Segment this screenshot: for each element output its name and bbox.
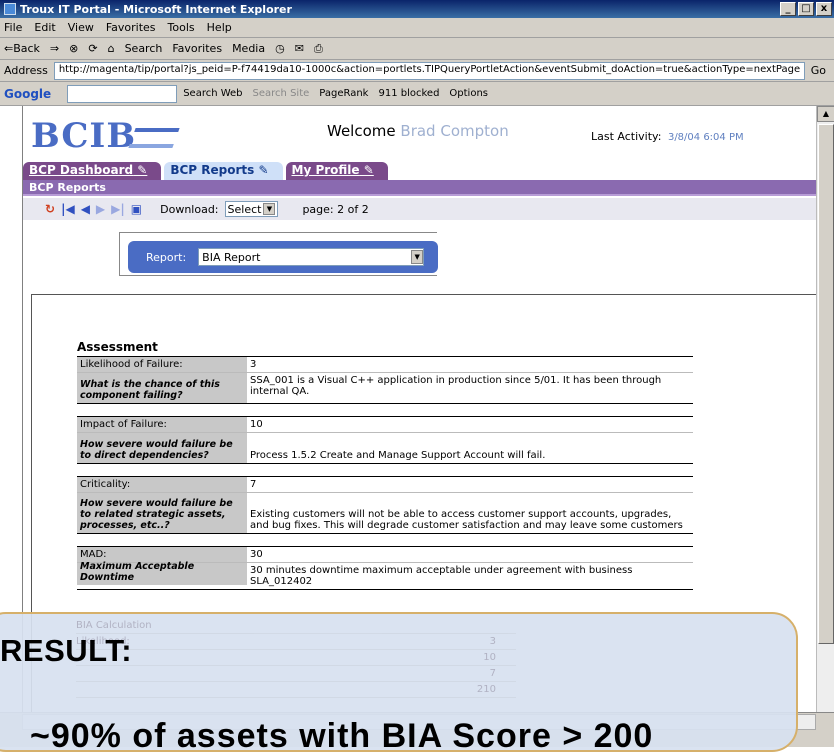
google-logo[interactable]: Google bbox=[4, 87, 51, 101]
assessment-block: Criticality: 7 How severe would failure b… bbox=[77, 476, 693, 534]
portal-tabs: BCP Dashboard ✎ BCP Reports ✎ My Profile… bbox=[23, 162, 388, 180]
assessment-table: Likelihood of Failure: 3 What is the chan… bbox=[77, 356, 693, 602]
last-activity: Last Activity: 3/8/04 6:04 PM bbox=[591, 130, 747, 143]
assessment-title: Assessment bbox=[77, 340, 158, 354]
browser-toolbar: ⇐Back ⇒ ⊗ ⟳ ⌂ Search Favorites Media ◷ ✉… bbox=[0, 38, 834, 60]
ie-icon bbox=[4, 3, 16, 15]
refresh-icon[interactable]: ↻ bbox=[45, 202, 55, 216]
search-web-button[interactable]: Search Web bbox=[183, 88, 242, 99]
history-icon[interactable]: ◷ bbox=[275, 42, 285, 55]
assessment-block: Impact of Failure: 10 How severe would fa… bbox=[77, 416, 693, 464]
address-input[interactable]: http://magenta/tip/portal?js_peid=P-f744… bbox=[53, 61, 805, 80]
result-statement: ~90% of assets with BIA Score > 200 bbox=[30, 717, 654, 755]
prev-page-icon[interactable]: ◀ bbox=[81, 202, 90, 216]
chevron-down-icon: ▼ bbox=[411, 250, 424, 264]
assessment-block: MAD: 30 Maximum Acceptable Downtime 30 min… bbox=[77, 546, 693, 590]
google-search-input[interactable] bbox=[67, 84, 178, 103]
last-page-icon[interactable]: ▶| bbox=[111, 202, 125, 216]
section-title: BCP Reports bbox=[23, 180, 816, 196]
next-page-icon[interactable]: ▶ bbox=[96, 202, 105, 216]
forward-icon[interactable]: ⇒ bbox=[50, 42, 59, 55]
favorites-button[interactable]: Favorites bbox=[172, 42, 222, 55]
chevron-down-icon: ▼ bbox=[263, 203, 276, 215]
bia-calculation-ghost: BIA Calculation Likelihood: 3 10 7 210 bbox=[76, 618, 516, 698]
google-toolbar: Google Search Web Search Site PageRank 9… bbox=[0, 82, 834, 106]
welcome-message: Welcome Brad Compton bbox=[327, 122, 509, 140]
window-title: Troux IT Portal - Microsoft Internet Exp… bbox=[20, 2, 292, 16]
options-button[interactable]: Options bbox=[449, 88, 488, 99]
scroll-up-icon[interactable]: ▲ bbox=[817, 106, 834, 122]
download-label: Download: bbox=[160, 202, 219, 216]
menu-favorites[interactable]: Favorites bbox=[106, 21, 156, 34]
pagerank-indicator[interactable]: PageRank bbox=[319, 88, 368, 99]
print-icon[interactable]: ⎙ bbox=[314, 42, 323, 56]
address-bar: Address http://magenta/tip/portal?js_pei… bbox=[0, 60, 834, 82]
mail-icon[interactable]: ✉ bbox=[295, 42, 304, 55]
menu-edit[interactable]: Edit bbox=[34, 21, 55, 34]
media-button[interactable]: Media bbox=[232, 42, 265, 55]
scroll-thumb[interactable] bbox=[818, 124, 834, 644]
download-select[interactable]: Select ▼ bbox=[224, 201, 279, 217]
tab-bcp-dashboard[interactable]: BCP Dashboard ✎ bbox=[23, 162, 162, 180]
menu-file[interactable]: File bbox=[4, 21, 22, 34]
home-icon[interactable]: ⌂ bbox=[108, 42, 115, 55]
search-button[interactable]: Search bbox=[125, 42, 163, 55]
back-button[interactable]: ⇐Back bbox=[4, 42, 40, 55]
vertical-scrollbar[interactable]: ▲ bbox=[816, 106, 834, 712]
search-site-button[interactable]: Search Site bbox=[253, 88, 310, 99]
first-page-icon[interactable]: |◀ bbox=[61, 202, 75, 216]
menu-view[interactable]: View bbox=[68, 21, 94, 34]
user-name: Brad Compton bbox=[400, 122, 509, 140]
bcib-logo: BCIB bbox=[31, 116, 180, 156]
menu-bar: File Edit View Favorites Tools Help bbox=[0, 18, 834, 38]
tab-bcp-reports[interactable]: BCP Reports ✎ bbox=[164, 162, 283, 180]
refresh-icon[interactable]: ⟳ bbox=[88, 42, 97, 55]
window-titlebar: Troux IT Portal - Microsoft Internet Exp… bbox=[0, 0, 834, 18]
tab-my-profile[interactable]: My Profile ✎ bbox=[285, 162, 388, 180]
menu-help[interactable]: Help bbox=[207, 21, 232, 34]
go-button[interactable]: Go bbox=[811, 64, 826, 77]
address-label: Address bbox=[4, 64, 48, 77]
assessment-block: Likelihood of Failure: 3 What is the chan… bbox=[77, 356, 693, 404]
report-label: Report: bbox=[146, 250, 187, 264]
export-icon[interactable]: ▣ bbox=[131, 202, 142, 216]
maximize-button[interactable]: □ bbox=[798, 2, 814, 16]
menu-tools[interactable]: Tools bbox=[168, 21, 195, 34]
minimize-button[interactable]: _ bbox=[780, 2, 796, 16]
report-pager: ↻ |◀ ◀ ▶ ▶| ▣ Download: Select ▼ page: 2 … bbox=[23, 198, 816, 220]
report-select[interactable]: BIA Report ▼ bbox=[198, 248, 425, 266]
last-activity-value: 3/8/04 6:04 PM bbox=[667, 132, 744, 143]
close-button[interactable]: x bbox=[816, 2, 832, 16]
window-controls: _ □ x bbox=[780, 2, 832, 16]
page-info: page: 2 of 2 bbox=[302, 202, 369, 216]
result-label: RESULT: bbox=[0, 633, 133, 668]
stop-icon[interactable]: ⊗ bbox=[69, 42, 78, 55]
report-selector-box: Report: BIA Report ▼ bbox=[119, 232, 438, 276]
popup-blocked-counter[interactable]: 911 blocked bbox=[378, 88, 439, 99]
